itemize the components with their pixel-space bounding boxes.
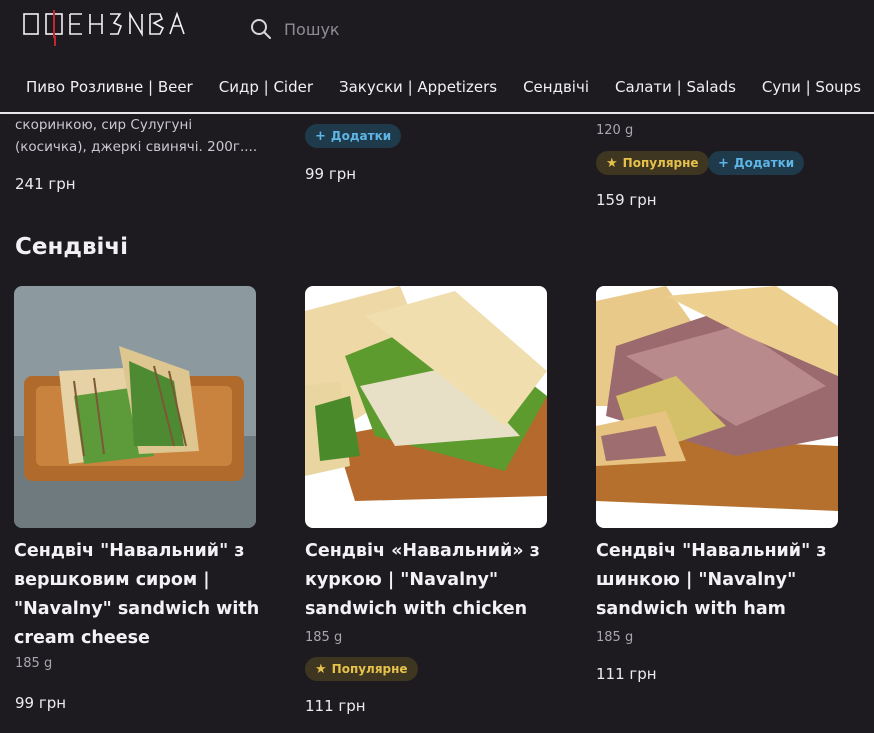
title-line: вершковим сиром | xyxy=(14,570,210,590)
popular-badge: ★ Популярне xyxy=(596,151,709,175)
nav-item-sandwiches[interactable]: Сендвічі xyxy=(523,78,589,96)
addons-label: Додатки xyxy=(733,156,795,170)
star-icon: ★ xyxy=(315,661,327,677)
product-price: 111 грн xyxy=(305,697,366,715)
title-line: cream cheese xyxy=(14,628,150,648)
header xyxy=(0,0,874,60)
product-image-chicken[interactable] xyxy=(305,286,547,528)
addons-badge[interactable]: + Додатки xyxy=(305,124,402,148)
prev-item-1-price: 241 грн xyxy=(15,175,76,193)
prev-item-2-price: 99 грн xyxy=(305,165,357,183)
product-image-ham[interactable] xyxy=(596,286,838,528)
search-input[interactable] xyxy=(284,19,484,39)
product-price: 111 грн xyxy=(596,665,657,683)
product-title[interactable]: Сендвіч "Навальний" з шинкою | "Navalny"… xyxy=(596,537,846,624)
search-bar[interactable] xyxy=(250,18,484,40)
popular-badge: ★ Популярне xyxy=(305,657,418,681)
product-title[interactable]: Сендвіч «Навальний» з куркою | "Navalny"… xyxy=(305,537,555,624)
description-line: скоринкою, сир Сулугуні xyxy=(15,117,193,133)
nav-item-beer[interactable]: Пиво Розливне | Beer xyxy=(26,78,193,96)
prev-item-1-description: скоринкою, сир Сулугуні (косичка), джерк… xyxy=(15,114,257,158)
product-price: 99 грн xyxy=(15,694,67,712)
product-weight: 185 g xyxy=(305,630,343,645)
nav-item-soups[interactable]: Супи | Soups xyxy=(762,78,861,96)
plus-icon: + xyxy=(718,155,729,171)
prev-item-3-price: 159 грн xyxy=(596,191,657,209)
title-line: sandwich with chicken xyxy=(305,599,528,619)
popular-label: Популярне xyxy=(622,156,699,170)
section-title: Сендвічі xyxy=(15,234,129,260)
nav-item-appetizers[interactable]: Закуски | Appetizers xyxy=(339,78,497,96)
title-line: куркою | "Navalny" xyxy=(305,570,499,590)
plus-icon: + xyxy=(315,128,326,144)
product-image-cream-cheese[interactable] xyxy=(14,286,256,528)
description-line: (косичка), джеркі свинячі. 200г.... xyxy=(15,139,258,155)
brand-logo[interactable] xyxy=(22,6,212,46)
prev-item-3-weight: 120 g xyxy=(596,123,634,138)
title-line: Сендвіч "Навальний" з xyxy=(596,541,827,561)
star-icon: ★ xyxy=(606,155,618,171)
category-nav: Пиво Розливне | Beer Сидр | Cider Закуск… xyxy=(0,62,874,114)
title-line: "Navalny" sandwich with xyxy=(14,599,260,619)
search-icon[interactable] xyxy=(250,18,272,40)
title-line: Сендвіч "Навальний" з xyxy=(14,541,245,561)
addons-badge[interactable]: + Додатки xyxy=(708,151,805,175)
title-line: sandwich with ham xyxy=(596,599,786,619)
nav-item-cider[interactable]: Сидр | Cider xyxy=(219,78,313,96)
addons-label: Додатки xyxy=(330,129,392,143)
product-title[interactable]: Сендвіч "Навальний" з вершковим сиром | … xyxy=(14,537,264,653)
title-line: Сендвіч «Навальний» з xyxy=(305,541,540,561)
title-line: шинкою | "Navalny" xyxy=(596,570,797,590)
popular-label: Популярне xyxy=(331,662,408,676)
nav-item-salads[interactable]: Салати | Salads xyxy=(615,78,736,96)
product-weight: 185 g xyxy=(15,656,53,671)
product-weight: 185 g xyxy=(596,630,634,645)
